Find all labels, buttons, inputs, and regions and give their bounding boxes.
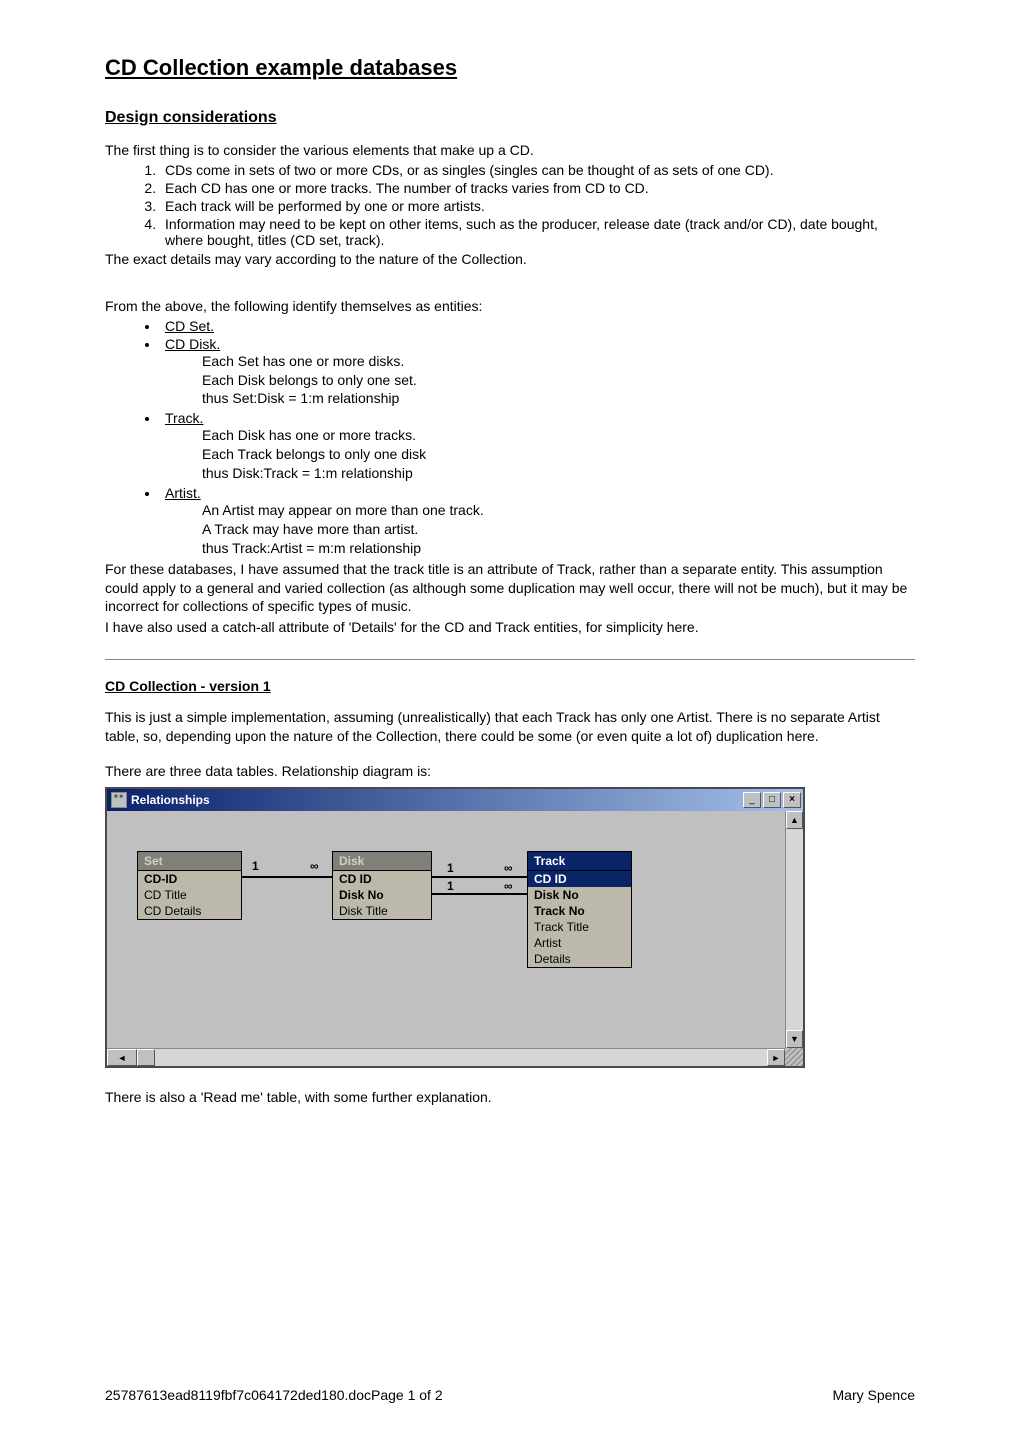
field[interactable]: CD ID <box>528 871 631 887</box>
window-titlebar[interactable]: Relationships _ □ × <box>107 789 803 811</box>
entities-intro: From the above, the following identify t… <box>105 297 915 316</box>
maximize-button[interactable]: □ <box>763 792 781 808</box>
field[interactable]: Disk Title <box>333 903 431 919</box>
field[interactable]: CD Details <box>138 903 241 919</box>
scroll-down-button[interactable]: ▼ <box>786 1030 803 1048</box>
entity-subline: thus Disk:Track = 1:m relationship <box>202 464 915 483</box>
field[interactable]: CD Title <box>138 887 241 903</box>
entity-subline: Each Disk belongs to only one set. <box>202 371 915 390</box>
relationship-line <box>242 876 332 878</box>
entity-subline: A Track may have more than artist. <box>202 520 915 539</box>
entity-subline: Each Disk has one or more tracks. <box>202 426 915 445</box>
table-title: Disk <box>333 852 431 871</box>
cardinality-many: ∞ <box>504 861 513 875</box>
relationship-line <box>432 893 527 895</box>
table-title: Set <box>138 852 241 871</box>
entity-name: Track. <box>165 410 203 426</box>
table-set[interactable]: Set CD-ID CD Title CD Details <box>137 851 242 920</box>
page-title: CD Collection example databases <box>105 55 915 81</box>
cardinality-many: ∞ <box>504 879 513 893</box>
scroll-thumb[interactable] <box>137 1049 155 1066</box>
scroll-left-button[interactable]: ◄ <box>107 1049 137 1066</box>
v1-paragraph-1: This is just a simple implementation, as… <box>105 708 915 746</box>
section-design-heading: Design considerations <box>105 109 915 127</box>
cardinality-one: 1 <box>447 879 454 893</box>
entity-item: Artist. An Artist may appear on more tha… <box>160 485 915 558</box>
scroll-up-button[interactable]: ▲ <box>786 811 803 829</box>
entity-subline: thus Set:Disk = 1:m relationship <box>202 389 915 408</box>
table-title: Track <box>528 852 631 871</box>
scroll-right-button[interactable]: ► <box>767 1049 785 1066</box>
entities-list: CD Set. CD Disk. Each Set has one or mor… <box>105 318 915 558</box>
field[interactable]: Track Title <box>528 919 631 935</box>
field[interactable]: CD ID <box>333 871 431 887</box>
cardinality-one: 1 <box>252 859 259 873</box>
entity-subline: An Artist may appear on more than one tr… <box>202 501 915 520</box>
list-item: Each track will be performed by one or m… <box>160 198 915 214</box>
version1-heading: CD Collection - version 1 <box>105 678 915 694</box>
footer-right: Mary Spence <box>833 1387 915 1403</box>
close-button[interactable]: × <box>783 792 801 808</box>
entity-item: Track. Each Disk has one or more tracks.… <box>160 410 915 483</box>
field[interactable]: Disk No <box>528 887 631 903</box>
list-item: Each CD has one or more tracks. The numb… <box>160 180 915 196</box>
relationship-line <box>432 876 527 878</box>
field[interactable]: Artist <box>528 935 631 951</box>
vertical-scrollbar[interactable]: ▲ ▼ <box>785 811 803 1048</box>
relationships-window: Relationships _ □ × Set CD-ID CD Title C… <box>105 787 805 1068</box>
horizontal-scrollbar[interactable]: ◄ ► <box>107 1048 785 1066</box>
assumption-text: For these databases, I have assumed that… <box>105 560 915 617</box>
divider <box>105 659 915 660</box>
table-track[interactable]: Track CD ID Disk No Track No Track Title… <box>527 851 632 968</box>
field[interactable]: Details <box>528 951 631 967</box>
cardinality-many: ∞ <box>310 859 319 873</box>
cardinality-one: 1 <box>447 861 454 875</box>
v1-paragraph-3: There is also a 'Read me' table, with so… <box>105 1088 915 1107</box>
entity-item: CD Disk. Each Set has one or more disks.… <box>160 336 915 409</box>
field[interactable]: Disk No <box>333 887 431 903</box>
catchall-text: I have also used a catch-all attribute o… <box>105 618 915 637</box>
field[interactable]: Track No <box>528 903 631 919</box>
entity-name: Artist. <box>165 485 201 501</box>
resize-handle[interactable] <box>785 1048 803 1066</box>
relationships-canvas[interactable]: Set CD-ID CD Title CD Details Disk CD ID… <box>107 811 803 1066</box>
entity-subline: thus Track:Artist = m:m relationship <box>202 539 915 558</box>
list-item: CDs come in sets of two or more CDs, or … <box>160 162 915 178</box>
entity-subline: Each Set has one or more disks. <box>202 352 915 371</box>
entity-name: CD Disk. <box>165 336 220 352</box>
field[interactable]: CD-ID <box>138 871 241 887</box>
intro-text: The first thing is to consider the vario… <box>105 141 915 160</box>
footer-left: 25787613ead8119fbf7c064172ded180.docPage… <box>105 1387 443 1403</box>
intro-after-text: The exact details may vary according to … <box>105 250 915 269</box>
entity-item: CD Set. <box>160 318 915 334</box>
entity-subline: Each Track belongs to only one disk <box>202 445 915 464</box>
page-footer: 25787613ead8119fbf7c064172ded180.docPage… <box>105 1387 915 1403</box>
table-disk[interactable]: Disk CD ID Disk No Disk Title <box>332 851 432 920</box>
window-title: Relationships <box>131 793 743 807</box>
list-item: Information may need to be kept on other… <box>160 216 915 248</box>
app-icon <box>111 792 127 808</box>
v1-paragraph-2: There are three data tables. Relationshi… <box>105 762 915 781</box>
numbered-list: CDs come in sets of two or more CDs, or … <box>105 162 915 248</box>
entity-name: CD Set. <box>165 318 214 334</box>
minimize-button[interactable]: _ <box>743 792 761 808</box>
